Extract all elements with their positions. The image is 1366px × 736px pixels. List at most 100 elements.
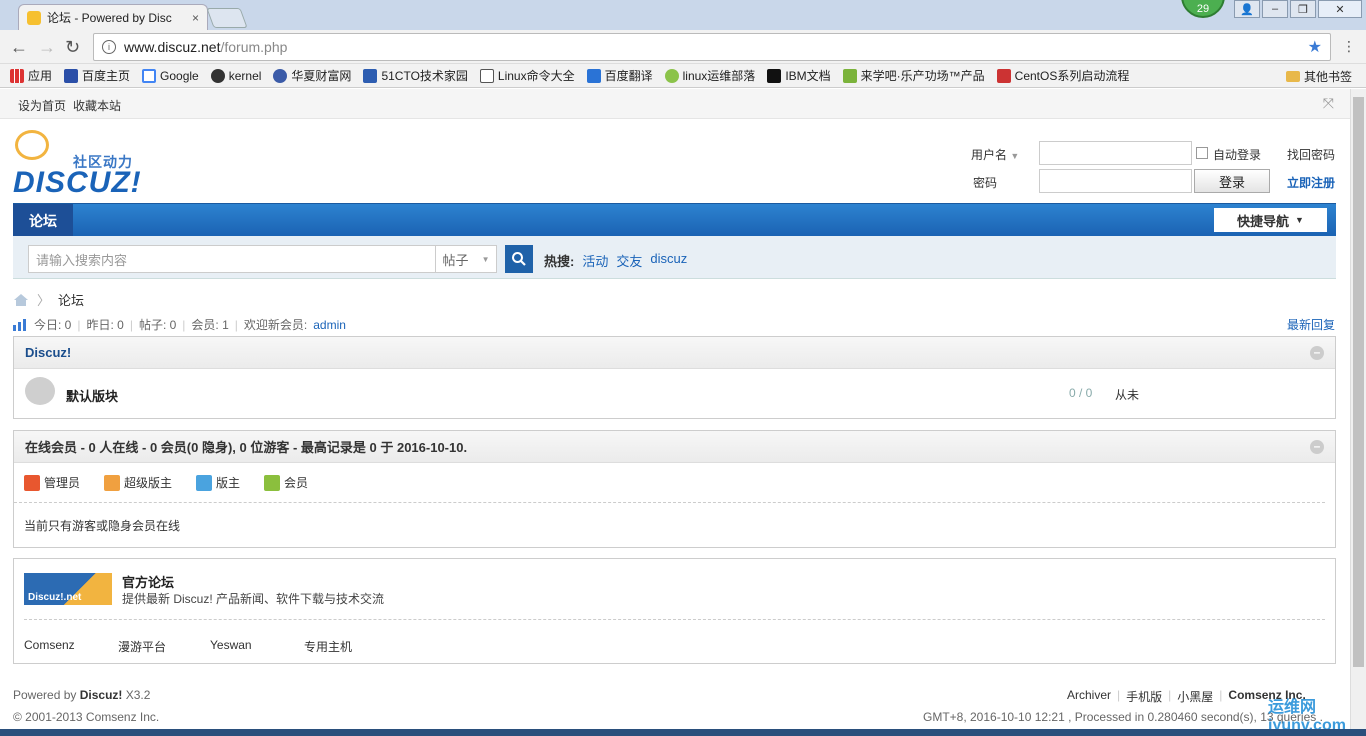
bookmark-other[interactable]: 其他书签 bbox=[1285, 68, 1352, 85]
restore-icon[interactable]: ❐ bbox=[1290, 0, 1316, 18]
login-button[interactable]: 登录 bbox=[1194, 169, 1270, 193]
search-icon bbox=[512, 252, 526, 266]
latest-reply-link[interactable]: 最新回复 bbox=[1287, 316, 1335, 333]
favorite-link[interactable]: 收藏本站 bbox=[73, 97, 121, 114]
category-header: Discuz! – bbox=[14, 337, 1335, 369]
discuz-net-banner[interactable]: Discuz!.net bbox=[24, 573, 112, 605]
password-label: 密码 bbox=[973, 176, 998, 190]
legend-super-mod: 超级版主 bbox=[104, 474, 172, 491]
ibm-icon bbox=[767, 68, 782, 83]
set-home-link[interactable]: 设为首页 bbox=[18, 97, 66, 114]
bookmark-google[interactable]: Google bbox=[142, 68, 199, 83]
forward-icon[interactable]: → bbox=[38, 37, 56, 58]
stat-welcome: 欢迎新会员: bbox=[243, 318, 308, 332]
friend-link[interactable]: Yeswan bbox=[210, 638, 252, 652]
archiver-link[interactable]: Archiver bbox=[1067, 688, 1111, 705]
window-close-icon[interactable]: ✕ bbox=[1318, 0, 1362, 18]
new-tab-button[interactable] bbox=[206, 8, 248, 28]
username-label[interactable]: 用户名 ▼ bbox=[971, 146, 1019, 163]
collapse-icon[interactable]: ⤧ bbox=[1323, 95, 1334, 112]
home-icon[interactable] bbox=[13, 293, 29, 307]
register-link[interactable]: 立即注册 bbox=[1287, 174, 1335, 191]
forgot-password-link[interactable]: 找回密码 bbox=[1287, 146, 1335, 163]
info-icon[interactable]: i bbox=[102, 40, 116, 54]
password-field[interactable] bbox=[1039, 169, 1192, 193]
powered-by-link[interactable]: Discuz! bbox=[80, 688, 123, 702]
breadcrumb: 〉 论坛 bbox=[13, 290, 84, 309]
hot-term[interactable]: discuz bbox=[650, 251, 687, 270]
collapse-icon[interactable]: – bbox=[1310, 440, 1324, 454]
bookmark-laixueba[interactable]: 来学吧·乐产功场™产品 bbox=[842, 67, 985, 84]
username-field[interactable] bbox=[1039, 141, 1192, 165]
extension-badge[interactable]: 29 bbox=[1181, 0, 1225, 18]
newest-member-link[interactable]: admin bbox=[313, 318, 346, 332]
forum-stats: 今日: 0 | 昨日: 0 | 帖子: 0 | 会员: 1 | 欢迎新会员: a… bbox=[13, 316, 346, 333]
quick-nav-button[interactable]: 快捷导航 ▼ bbox=[1214, 208, 1327, 232]
friend-links: Comsenz 漫游平台 Yeswan 专用主机 bbox=[14, 620, 1335, 664]
url-path: /forum.php bbox=[220, 39, 288, 55]
bookmark-linux-ops[interactable]: linux运维部落 bbox=[664, 67, 755, 84]
hot-term[interactable]: 交友 bbox=[616, 251, 642, 270]
main-nav: 论坛 快捷导航 ▼ bbox=[13, 203, 1336, 237]
hot-term[interactable]: 活动 bbox=[582, 251, 608, 270]
bookmark-linux-cmd[interactable]: Linux命令大全 bbox=[479, 67, 575, 84]
browser-tab[interactable]: 论坛 - Powered by Disc × bbox=[18, 4, 208, 30]
bookmark-kernel[interactable]: kernel bbox=[210, 68, 261, 83]
breadcrumb-current: 论坛 bbox=[58, 293, 85, 308]
browser-menu-icon[interactable]: ⋮ bbox=[1342, 38, 1356, 55]
browser-tabbar: 论坛 - Powered by Disc × 29 👤 – ❐ ✕ bbox=[0, 0, 1366, 30]
powered-by: Powered by Discuz! X3.2 bbox=[13, 688, 151, 702]
logo-wordmark: DISCUZ! bbox=[13, 166, 142, 199]
collapse-icon[interactable]: – bbox=[1310, 346, 1324, 360]
stat-today: 今日: 0 bbox=[34, 318, 72, 332]
chart-icon bbox=[13, 318, 26, 331]
back-icon[interactable]: ← bbox=[10, 37, 28, 58]
search-type-select[interactable]: 帖子 ▼ bbox=[435, 245, 497, 273]
online-box: 在线会员 - 0 人在线 - 0 会员(0 隐身), 0 位游客 - 最高记录是… bbox=[13, 430, 1336, 548]
forum-name[interactable]: 默认版块 bbox=[66, 386, 118, 405]
nav-forum-tab[interactable]: 论坛 bbox=[13, 204, 73, 237]
friend-link[interactable]: Comsenz bbox=[24, 638, 75, 652]
online-note: 当前只有游客或隐身会员在线 bbox=[24, 518, 181, 533]
tab-title: 论坛 - Powered by Disc bbox=[47, 11, 172, 25]
bookmark-huaxia[interactable]: 华夏财富网 bbox=[273, 67, 351, 84]
bookmark-centos[interactable]: CentOS系列启动流程 bbox=[996, 67, 1129, 84]
official-desc: 提供最新 Discuz! 产品新闻、软件下载与技术交流 bbox=[122, 592, 385, 606]
globe-icon bbox=[273, 68, 288, 83]
user-icon[interactable]: 👤 bbox=[1234, 0, 1260, 18]
page-scrollbar[interactable] bbox=[1350, 89, 1366, 729]
friend-link[interactable]: 专用主机 bbox=[304, 638, 352, 655]
auto-login-checkbox[interactable] bbox=[1196, 147, 1208, 159]
bookmark-baidu-translate[interactable]: 百度翻译 bbox=[586, 67, 653, 84]
scrollbar-thumb[interactable] bbox=[1353, 97, 1364, 667]
online-legend: 管理员 超级版主 版主 会员 bbox=[14, 463, 1325, 503]
51cto-icon bbox=[363, 68, 378, 83]
forum-bubble-icon bbox=[25, 377, 55, 405]
bookmark-apps[interactable]: 应用 bbox=[10, 67, 52, 84]
close-tab-icon[interactable]: × bbox=[192, 11, 199, 25]
bookmark-ibm[interactable]: IBM文档 bbox=[767, 67, 831, 84]
logo-bubble-icon bbox=[15, 130, 49, 160]
forum-row[interactable]: 默认版块 0 / 0 从未 bbox=[14, 369, 1335, 417]
bookmark-51cto[interactable]: 51CTO技术家园 bbox=[363, 67, 468, 84]
bookmark-star-icon[interactable]: ★ bbox=[1308, 37, 1322, 57]
official-title[interactable]: 官方论坛 bbox=[122, 572, 174, 591]
mobile-link[interactable]: 手机版 bbox=[1126, 688, 1162, 705]
tux-icon bbox=[210, 68, 225, 83]
site-topbar: 设为首页 收藏本站 ⤧ bbox=[0, 89, 1350, 119]
bookmark-baidu[interactable]: 百度主页 bbox=[64, 67, 130, 84]
search-input[interactable]: 请输入搜索内容 bbox=[28, 245, 436, 273]
reload-icon[interactable]: ↻ bbox=[65, 37, 80, 58]
window-controls: 👤 – ❐ ✕ bbox=[1234, 0, 1362, 18]
stat-yesterday: 昨日: 0 bbox=[86, 318, 124, 332]
search-button[interactable] bbox=[505, 245, 533, 273]
forum-last-post: 从未 bbox=[1115, 388, 1140, 402]
minimize-icon[interactable]: – bbox=[1262, 0, 1288, 18]
login-form: 用户名 ▼ 自动登录 找回密码 密码 登录 立即注册 bbox=[960, 141, 1340, 201]
site-logo[interactable]: 社区动力 DISCUZ! bbox=[13, 130, 153, 199]
url-input[interactable]: i www.discuz.net/forum.php ★ bbox=[93, 33, 1331, 61]
friend-link[interactable]: 漫游平台 bbox=[118, 638, 166, 655]
blacklist-link[interactable]: 小黑屋 bbox=[1177, 688, 1213, 705]
super-moderator-icon bbox=[104, 474, 121, 491]
category-title[interactable]: Discuz! bbox=[25, 345, 71, 360]
